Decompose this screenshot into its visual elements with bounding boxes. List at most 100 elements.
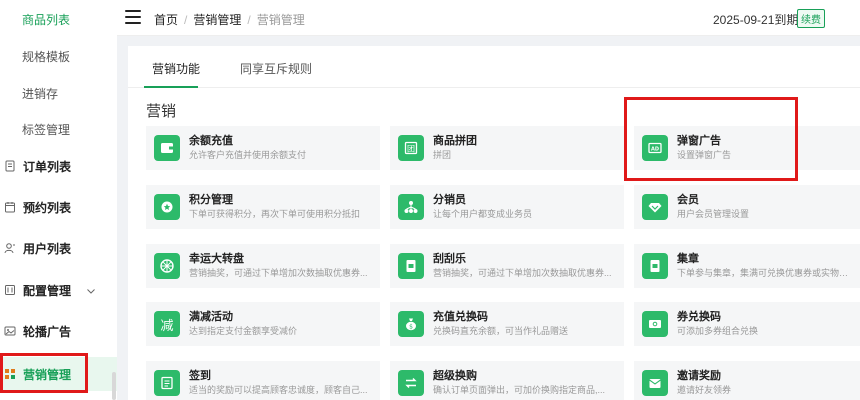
tab-bar: 营销功能 同享互斥规则	[128, 46, 860, 88]
breadcrumb: 首页 / 营销管理 / 营销管理	[154, 13, 305, 27]
card-super-exchange[interactable]: 超级换购确认订单页面弹出，可加价换购指定商品,...	[390, 361, 624, 400]
card-points[interactable]: 积分管理下单可获得积分，再次下单可使用积分抵扣	[146, 185, 380, 229]
card-title: 弹窗广告	[677, 135, 721, 147]
card-title: 分销员	[433, 194, 466, 206]
card-title: 幸运大转盘	[189, 253, 244, 265]
invite-icon	[642, 370, 668, 396]
sidebar-item-label: 营销管理	[23, 367, 72, 382]
svg-text:AD: AD	[651, 147, 659, 153]
discount-glyph: 减	[160, 318, 174, 334]
card-title: 集章	[677, 253, 699, 265]
card-desc: 营销抽奖，可通过下单增加次数抽取优惠券...	[189, 268, 368, 278]
renew-button[interactable]: 续费	[797, 9, 825, 28]
card-desc: 可添加多券组合兑换	[677, 326, 759, 336]
sidebar: 商品列表 规格模板 进销存 标签管理 订单列表 预约列表 用户列表 配置管理 轮…	[0, 0, 117, 400]
sidebar-item-label: 标签管理	[22, 122, 71, 137]
sidebar-item-label: 轮播广告	[23, 324, 72, 339]
stamp-icon	[642, 253, 668, 279]
sidebar-item-label: 用户列表	[23, 241, 72, 256]
card-desc: 确认订单页面弹出，可加价换购指定商品,...	[433, 385, 606, 395]
card-desc: 兑换码直充余额，可当作礼品赠送	[433, 326, 569, 336]
expire-date: 2025-09-21到期	[713, 13, 799, 27]
image-icon	[4, 325, 16, 337]
card-group-buy[interactable]: 团 商品拼团 拼团	[390, 126, 624, 170]
card-desc: 适当的奖励可以提高顾客忠诚度，顾客自己...	[189, 385, 368, 395]
card-title: 余额充值	[189, 135, 233, 147]
card-desc: 允许客户充值并使用余额支付	[189, 150, 307, 160]
sidebar-item-users[interactable]: 用户列表	[0, 233, 117, 263]
card-title: 满减活动	[189, 311, 233, 323]
card-popup-ad[interactable]: AD 弹窗广告设置弹窗广告	[634, 126, 860, 170]
card-invite-reward[interactable]: 邀请奖励邀请好友领券	[634, 361, 860, 400]
top-header: 首页 / 营销管理 / 营销管理 2025-09-21到期 续费	[117, 0, 860, 36]
card-title: 超级换购	[433, 370, 477, 382]
tab-active-indicator	[144, 86, 198, 88]
svg-text:$: $	[409, 324, 413, 331]
card-desc: 下单参与集章，集满可兑换优惠券或实物奖品	[677, 268, 858, 278]
card-title: 签到	[189, 370, 211, 382]
sidebar-item-inventory[interactable]: 进销存	[0, 78, 117, 108]
card-desc: 用户会员管理设置	[677, 209, 750, 219]
ad-icon: AD	[642, 135, 668, 161]
sidebar-scrollbar[interactable]	[112, 372, 116, 400]
card-desc: 下单可获得积分，再次下单可使用积分抵扣	[189, 209, 361, 219]
sidebar-item-config[interactable]: 配置管理	[0, 275, 117, 305]
settings-icon	[4, 284, 16, 296]
user-icon	[4, 242, 16, 254]
sidebar-item-label: 商品列表	[22, 12, 71, 27]
wheel-icon	[154, 253, 180, 279]
card-title: 会员	[677, 194, 699, 206]
distribution-icon	[398, 194, 424, 220]
sidebar-item-orders[interactable]: 订单列表	[0, 151, 117, 181]
card-coupon-code[interactable]: 券兑换码 可添加多券组合兑换	[634, 302, 860, 346]
section-title: 营销	[146, 103, 177, 120]
breadcrumb-marketing[interactable]: 营销管理	[193, 13, 241, 27]
card-title: 邀请奖励	[677, 370, 721, 382]
card-checkin[interactable]: 签到适当的奖励可以提高顾客忠诚度，顾客自己...	[146, 361, 380, 400]
scratch-icon	[398, 253, 424, 279]
sidebar-item-label: 预约列表	[23, 200, 72, 215]
sidebar-item-bookings[interactable]: 预约列表	[0, 192, 117, 222]
coupon-icon	[642, 311, 668, 337]
moneybag-icon: $	[398, 311, 424, 337]
sidebar-item-label: 规格模板	[22, 49, 71, 64]
breadcrumb-current: 营销管理	[256, 13, 305, 27]
sidebar-item-tags[interactable]: 标签管理	[0, 114, 117, 144]
card-recharge-code[interactable]: $ 充值兑换码 兑换码直充余额，可当作礼品赠送	[390, 302, 624, 346]
svg-text:团: 团	[407, 145, 415, 154]
card-membership[interactable]: 会员用户会员管理设置	[634, 185, 860, 229]
sidebar-item-marketing[interactable]: 营销管理	[0, 357, 117, 391]
sidebar-item-label: 进销存	[22, 86, 59, 101]
checkin-icon	[154, 370, 180, 396]
card-distributor[interactable]: 分销员让每个用户都变成业务员	[390, 185, 624, 229]
diamond-icon	[642, 194, 668, 220]
menu-toggle-icon[interactable]	[125, 10, 141, 24]
discount-icon: 减	[154, 311, 180, 337]
card-lucky-wheel[interactable]: 幸运大转盘营销抽奖，可通过下单增加次数抽取优惠券...	[146, 244, 380, 288]
sidebar-item-banners[interactable]: 轮播广告	[0, 316, 117, 346]
group-icon: 团	[398, 135, 424, 161]
tab-marketing-features[interactable]: 营销功能	[152, 60, 200, 77]
card-desc: 拼团	[433, 150, 452, 160]
points-icon	[154, 194, 180, 220]
sidebar-item-label: 订单列表	[23, 159, 72, 174]
card-scratch[interactable]: 刮刮乐营销抽奖，可通过下单增加次数抽取优惠券...	[390, 244, 624, 288]
card-desc: 营销抽奖，可通过下单增加次数抽取优惠券...	[433, 268, 612, 278]
card-desc: 设置弹窗广告	[677, 150, 732, 160]
card-title: 刮刮乐	[433, 253, 466, 265]
card-full-reduction[interactable]: 减 满减活动达到指定支付金额享受减价	[146, 302, 380, 346]
sidebar-item-product-list[interactable]: 商品列表	[0, 4, 117, 34]
card-balance-recharge[interactable]: 余额充值允许客户充值并使用余额支付	[146, 126, 380, 170]
sidebar-item-label: 配置管理	[23, 283, 72, 298]
breadcrumb-home[interactable]: 首页	[154, 13, 178, 27]
card-stamp-collect[interactable]: 集章下单参与集章，集满可兑换优惠券或实物奖品	[634, 244, 860, 288]
card-desc: 邀请好友领券	[677, 385, 732, 395]
card-desc: 让每个用户都变成业务员	[433, 209, 533, 219]
sidebar-item-spec-template[interactable]: 规格模板	[0, 41, 117, 71]
calendar-icon	[4, 201, 16, 213]
card-title: 积分管理	[189, 194, 233, 206]
tab-exclusive-rules[interactable]: 同享互斥规则	[240, 60, 312, 77]
card-desc: 达到指定支付金额享受减价	[189, 326, 298, 336]
exchange-icon	[398, 370, 424, 396]
wallet-icon	[154, 135, 180, 161]
